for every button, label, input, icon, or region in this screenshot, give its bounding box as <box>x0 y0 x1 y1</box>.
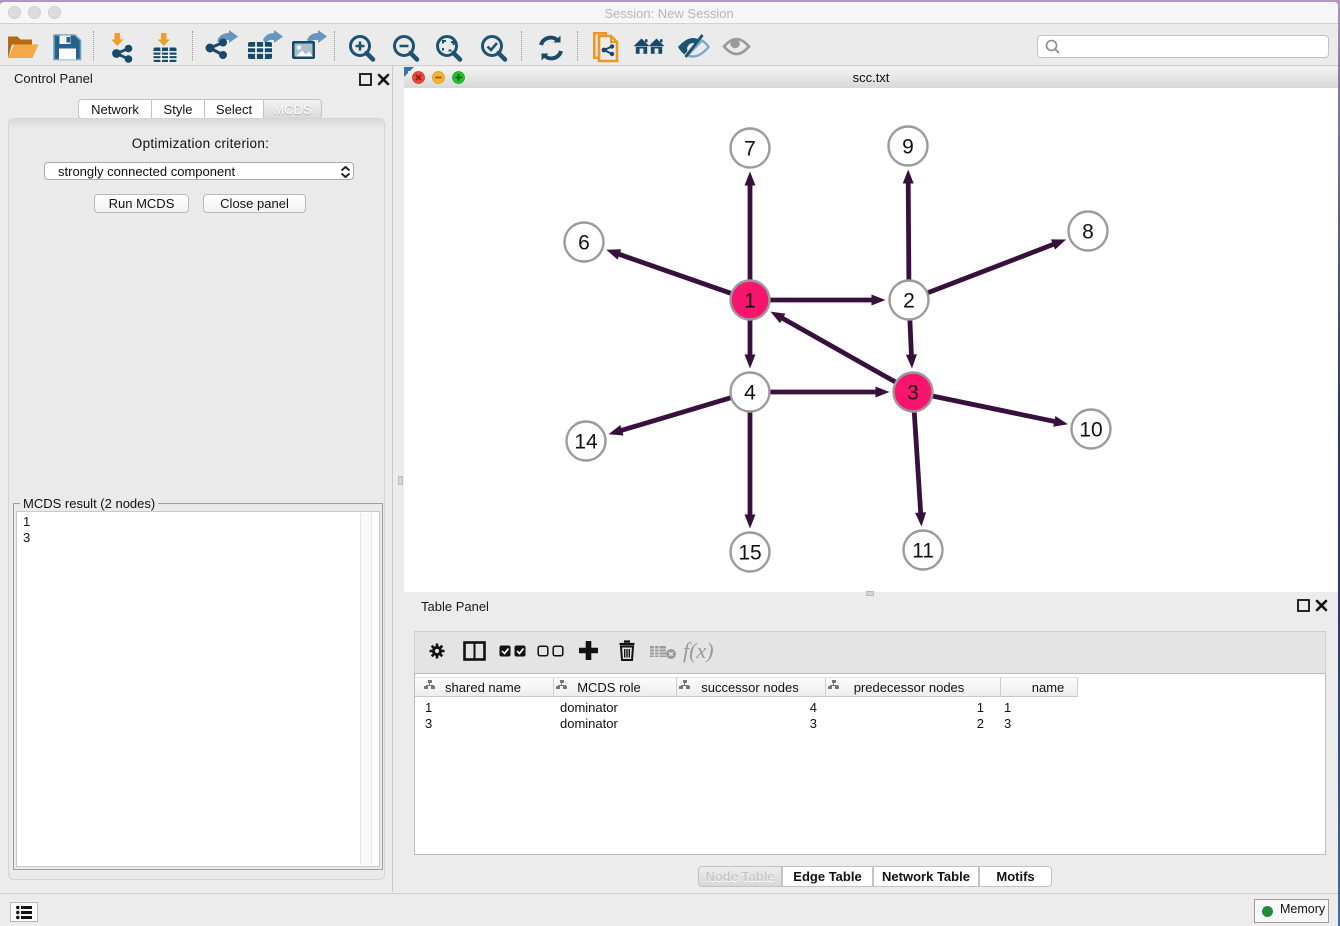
svg-text:4: 4 <box>744 382 756 405</box>
svg-text:15: 15 <box>738 542 761 565</box>
svg-text:1: 1 <box>744 290 756 313</box>
svg-text:7: 7 <box>744 138 756 161</box>
svg-text:3: 3 <box>907 382 919 405</box>
svg-text:6: 6 <box>578 232 590 255</box>
svg-text:14: 14 <box>574 431 598 454</box>
svg-text:2: 2 <box>903 290 915 313</box>
svg-text:10: 10 <box>1079 419 1102 442</box>
svg-text:9: 9 <box>902 136 914 159</box>
svg-text:8: 8 <box>1082 221 1094 244</box>
svg-text:11: 11 <box>912 540 934 563</box>
